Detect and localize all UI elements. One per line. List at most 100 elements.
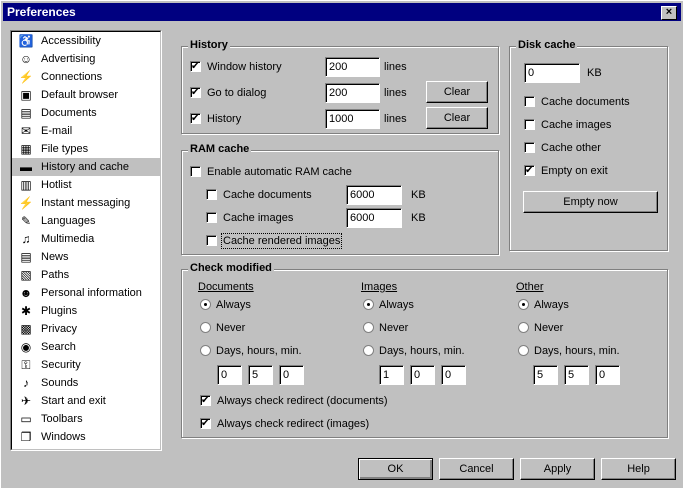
other-always-radio[interactable]: Always [518, 297, 569, 313]
goto-dialog-input[interactable]: 200 [325, 83, 380, 103]
disk-cache-images-check-indicator[interactable] [524, 118, 535, 130]
cache-rendered-images-check-indicator[interactable] [206, 234, 217, 246]
sidebar-item-plugins[interactable]: ✱ Plugins [12, 302, 160, 320]
redirect-documents-checkbox[interactable]: Always check redirect (documents) [200, 393, 388, 409]
sidebar-item-label: Sounds [41, 377, 79, 389]
person-icon: ☻ [19, 286, 33, 300]
sidebar-item-connections[interactable]: ⚡ Connections [12, 68, 160, 86]
ram-cache-images-check-indicator[interactable] [206, 211, 217, 223]
sidebar-item-windows[interactable]: ❐ Windows [12, 428, 160, 446]
sidebar-item-privacy[interactable]: ▩ Privacy [12, 320, 160, 338]
category-list[interactable]: ♿ Accessibility ☺ Advertising ⚡ Connections ▣ D… [10, 30, 162, 451]
empty-on-exit-checkbox[interactable]: Empty on exit [524, 163, 608, 179]
other-days-label: Days, hours, min. [534, 345, 620, 357]
clear-history-button[interactable]: Clear [426, 107, 488, 129]
documents-never-radio[interactable]: Never [200, 320, 245, 336]
other-never-radio[interactable]: Never [518, 320, 563, 336]
empty-on-exit-check-indicator[interactable] [524, 163, 535, 179]
other-days-radio-indicator[interactable] [518, 344, 529, 356]
images-days-radio-indicator[interactable] [363, 344, 374, 356]
sidebar-item-documents[interactable]: ▤ Documents [12, 104, 160, 122]
other-days-radio[interactable]: Days, hours, min. [518, 343, 620, 359]
other-never-radio-indicator[interactable] [518, 321, 529, 333]
cancel-button[interactable]: Cancel [439, 458, 514, 480]
apply-button[interactable]: Apply [520, 458, 595, 480]
history-checkbox[interactable]: History [190, 111, 241, 127]
images-never-radio-indicator[interactable] [363, 321, 374, 333]
disk-cache-other-check-indicator[interactable] [524, 141, 535, 153]
sidebar-item-sounds[interactable]: ♪ Sounds [12, 374, 160, 392]
images-days-input[interactable]: 1 [379, 365, 404, 385]
documents-always-radio-indicator[interactable] [200, 298, 211, 310]
sidebar-item-file-types[interactable]: ▦ File types [12, 140, 160, 158]
sidebar-item-languages[interactable]: ✎ Languages [12, 212, 160, 230]
sidebar-item-security[interactable]: ⚿ Security [12, 356, 160, 374]
goto-dialog-check-indicator[interactable] [190, 85, 201, 101]
window-history-check-indicator[interactable] [190, 59, 201, 75]
disk-cache-other-checkbox[interactable]: Cache other [524, 140, 601, 156]
sidebar-item-paths[interactable]: ▧ Paths [12, 266, 160, 284]
disk-cache-images-checkbox[interactable]: Cache images [524, 117, 611, 133]
title-bar: Preferences × [3, 3, 681, 21]
sidebar-item-default-browser[interactable]: ▣ Default browser [12, 86, 160, 104]
empty-on-exit-label: Empty on exit [541, 165, 608, 177]
documents-days-input[interactable]: 0 [217, 365, 242, 385]
help-button[interactable]: Help [601, 458, 676, 480]
sidebar-item-news[interactable]: ▤ News [12, 248, 160, 266]
check-modified-group: Check modified Documents Always Never Da… [181, 262, 668, 438]
lightning-icon: ⚡ [18, 196, 34, 210]
documents-days-radio-indicator[interactable] [200, 344, 211, 356]
window-title: Preferences [7, 5, 76, 19]
ram-cache-documents-check-indicator[interactable] [206, 188, 217, 200]
disk-cache-size-input[interactable]: 0 [524, 63, 580, 83]
images-never-radio[interactable]: Never [363, 320, 408, 336]
window-history-input[interactable]: 200 [325, 57, 380, 77]
documents-days-radio[interactable]: Days, hours, min. [200, 343, 302, 359]
documents-never-radio-indicator[interactable] [200, 321, 211, 333]
redirect-images-checkbox[interactable]: Always check redirect (images) [200, 416, 369, 432]
sidebar-item-toolbars[interactable]: ▭ Toolbars [12, 410, 160, 428]
clear-goto-dialog-button[interactable]: Clear [426, 81, 488, 103]
documents-hours-input[interactable]: 5 [248, 365, 273, 385]
redirect-images-check-indicator[interactable] [200, 416, 211, 432]
empty-now-button[interactable]: Empty now [523, 191, 658, 213]
sidebar-item-personal-information[interactable]: ☻ Personal information [12, 284, 160, 302]
history-check-indicator[interactable] [190, 111, 201, 127]
sidebar-item-hotlist[interactable]: ▥ Hotlist [12, 176, 160, 194]
enable-ram-cache-checkbox[interactable]: Enable automatic RAM cache [190, 164, 352, 180]
documents-minutes-input[interactable]: 0 [279, 365, 304, 385]
goto-dialog-checkbox[interactable]: Go to dialog [190, 85, 266, 101]
sidebar-item-multimedia[interactable]: ♫ Multimedia [12, 230, 160, 248]
sidebar-item-accessibility[interactable]: ♿ Accessibility [12, 32, 160, 50]
sidebar-item-advertising[interactable]: ☺ Advertising [12, 50, 160, 68]
ram-cache-images-checkbox[interactable]: Cache images [206, 210, 293, 226]
sidebar-item-instant-messaging[interactable]: ⚡ Instant messaging [12, 194, 160, 212]
other-always-radio-indicator[interactable] [518, 298, 529, 310]
images-always-radio-indicator[interactable] [363, 298, 374, 310]
sidebar-item-start-and-exit[interactable]: ✈ Start and exit [12, 392, 160, 410]
other-days-input[interactable]: 5 [533, 365, 558, 385]
enable-ram-cache-check-indicator[interactable] [190, 165, 201, 177]
sidebar-item-history-and-cache[interactable]: ▬ History and cache [12, 158, 160, 176]
close-button[interactable]: × [661, 6, 677, 20]
other-hours-input[interactable]: 5 [564, 365, 589, 385]
other-minutes-input[interactable]: 0 [595, 365, 620, 385]
cache-rendered-images-checkbox[interactable]: Cache rendered images [206, 233, 343, 249]
history-input[interactable]: 1000 [325, 109, 380, 129]
documents-always-radio[interactable]: Always [200, 297, 251, 313]
redirect-documents-check-indicator[interactable] [200, 393, 211, 409]
ram-cache-documents-checkbox[interactable]: Cache documents [206, 187, 312, 203]
images-always-radio[interactable]: Always [363, 297, 414, 313]
images-minutes-input[interactable]: 0 [441, 365, 466, 385]
disk-cache-documents-checkbox[interactable]: Cache documents [524, 94, 630, 110]
window-history-checkbox[interactable]: Window history [190, 59, 282, 75]
goto-dialog-unit: lines [384, 87, 407, 99]
ram-cache-images-input[interactable]: 6000 [346, 208, 402, 228]
ram-cache-documents-input[interactable]: 6000 [346, 185, 402, 205]
sidebar-item-e-mail[interactable]: ✉ E-mail [12, 122, 160, 140]
ok-button[interactable]: OK [358, 458, 433, 480]
sidebar-item-search[interactable]: ◉ Search [12, 338, 160, 356]
images-hours-input[interactable]: 0 [410, 365, 435, 385]
disk-cache-documents-check-indicator[interactable] [524, 95, 535, 107]
images-days-radio[interactable]: Days, hours, min. [363, 343, 465, 359]
